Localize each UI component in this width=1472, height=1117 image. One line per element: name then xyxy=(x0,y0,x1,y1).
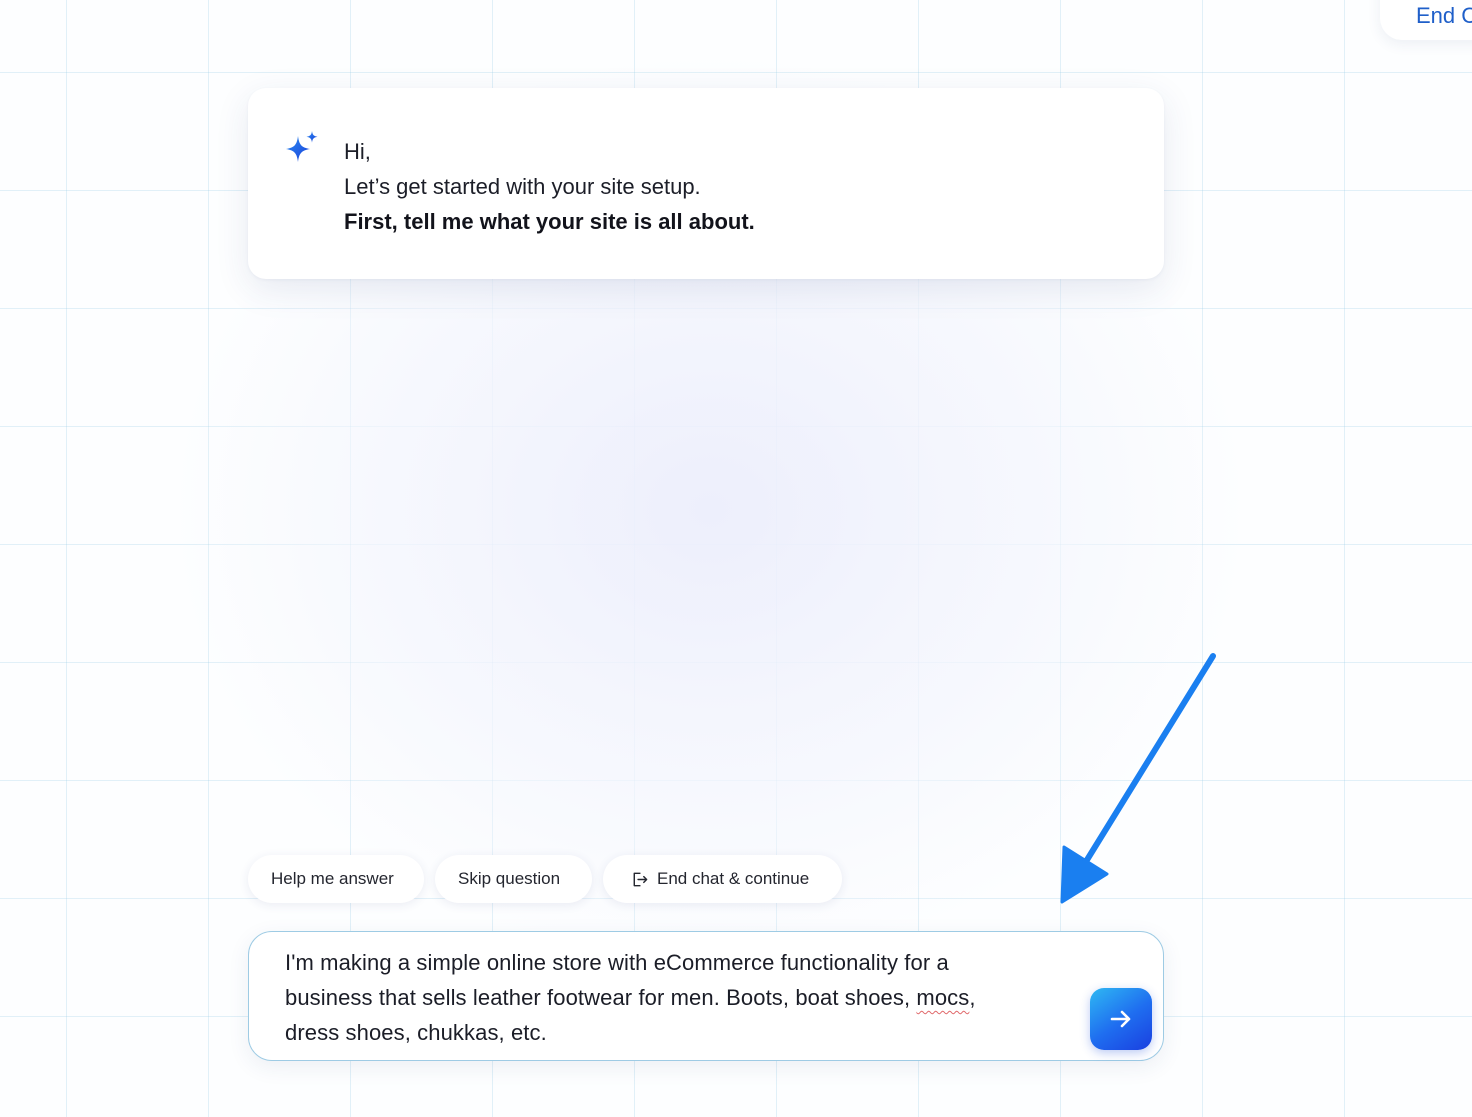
input-line-2-text: business that sells leather footwear for… xyxy=(285,985,917,1010)
input-line-2-punct: , xyxy=(969,985,976,1010)
input-line-2: business that sells leather footwear for… xyxy=(285,980,1065,1015)
skip-question-button[interactable]: Skip question xyxy=(435,855,592,903)
bot-message-text: Hi, Let’s get started with your site set… xyxy=(344,134,755,239)
input-line-3: dress shoes, chukkas, etc. xyxy=(285,1020,547,1045)
send-button[interactable] xyxy=(1090,988,1152,1050)
input-line-1: I'm making a simple online store with eC… xyxy=(285,950,949,975)
suggestion-chips: Help me answer Skip question End chat & … xyxy=(248,855,842,903)
sparkle-icon xyxy=(286,131,318,162)
misspelled-word[interactable]: mocs xyxy=(916,985,969,1010)
bot-greeting: Hi, xyxy=(344,139,371,164)
help-me-answer-button[interactable]: Help me answer xyxy=(248,855,424,903)
arrow-right-icon xyxy=(1110,1010,1131,1028)
bot-message-card: Hi, Let’s get started with your site set… xyxy=(248,88,1164,279)
chat-input-value[interactable]: I'm making a simple online store with eC… xyxy=(285,945,1065,1050)
help-me-answer-label: Help me answer xyxy=(271,869,394,888)
chat-input-box[interactable]: I'm making a simple online store with eC… xyxy=(248,931,1164,1061)
pointer-arrow-icon xyxy=(1060,653,1216,904)
bot-question: First, tell me what your site is all abo… xyxy=(344,209,755,234)
end-chat-continue-button[interactable]: End chat & continue xyxy=(603,855,842,903)
end-chat-continue-label: End chat & continue xyxy=(657,869,810,888)
bot-intro-line: Let’s get started with your site setup. xyxy=(344,174,701,199)
end-chat-top-button[interactable]: End C xyxy=(1380,0,1472,40)
exit-icon xyxy=(633,872,648,886)
skip-question-label: Skip question xyxy=(458,869,561,888)
